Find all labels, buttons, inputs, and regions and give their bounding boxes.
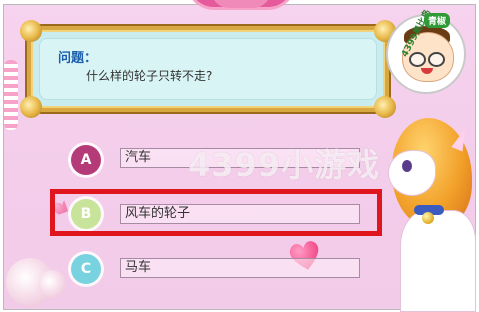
mascot-glasses-left (409, 52, 426, 67)
pony-head (388, 150, 436, 196)
watermark: 4399小游戏 (188, 146, 381, 184)
option-a-circle[interactable]: A (71, 145, 101, 175)
bell-icon (422, 212, 434, 224)
question-text: 什么样的轮子只转不走? (86, 69, 213, 83)
pony-body (400, 210, 476, 312)
question-title: 问题： (58, 51, 98, 66)
panel-corner-ornament (20, 96, 42, 118)
mascot-glasses-right (428, 52, 445, 67)
pony-eye (402, 160, 412, 172)
option-c-answer[interactable]: 马车 (120, 258, 360, 278)
rose-decoration-small (38, 270, 66, 298)
selected-option-highlight (50, 189, 382, 236)
left-lace-decoration (4, 60, 18, 130)
option-c-circle[interactable]: C (71, 254, 101, 284)
panel-corner-ornament (20, 20, 42, 42)
panel-corner-ornament (374, 96, 396, 118)
badge-tag: 青椒 (424, 13, 451, 28)
